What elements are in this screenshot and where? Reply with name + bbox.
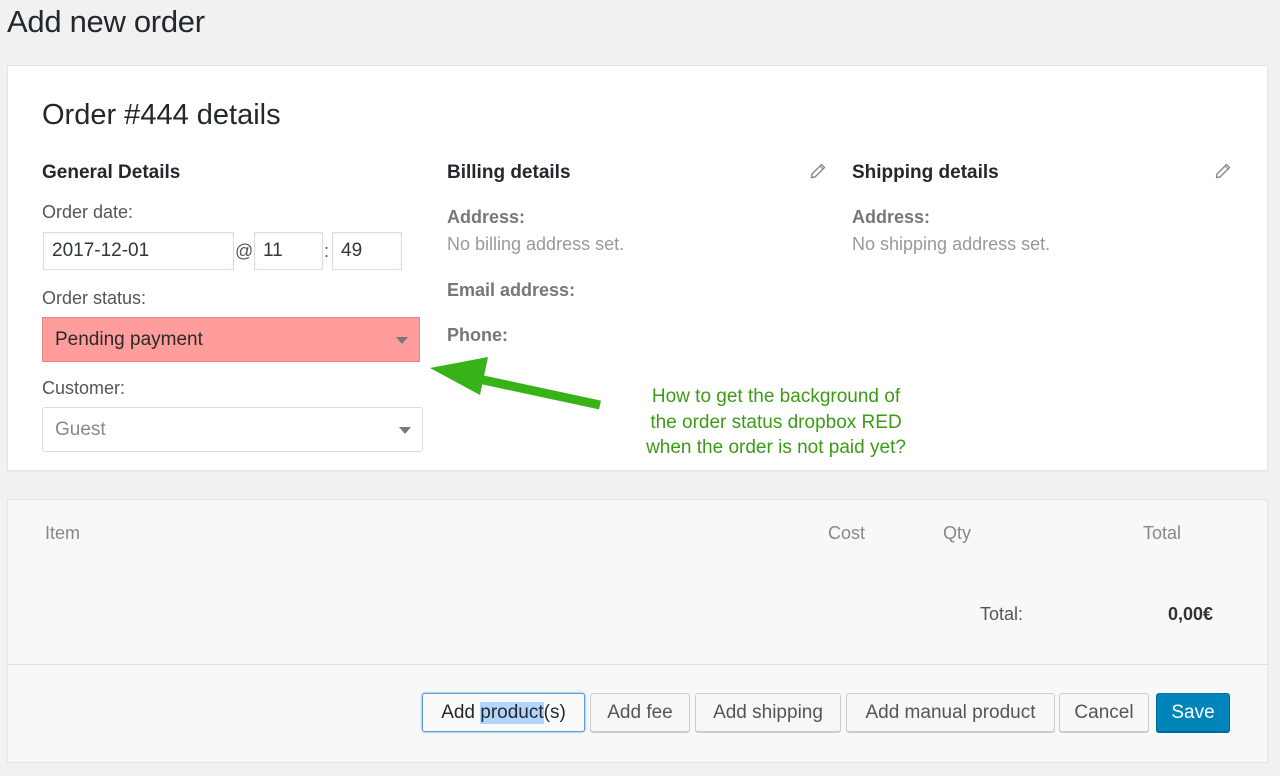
save-button[interactable]: Save	[1156, 693, 1230, 732]
annotation-text: How to get the background of the order s…	[596, 384, 956, 461]
cancel-button[interactable]: Cancel	[1059, 693, 1149, 732]
pencil-icon[interactable]	[1215, 163, 1231, 179]
column-header-total: Total	[1143, 523, 1182, 543]
at-separator: @	[235, 241, 254, 261]
order-total-value: 0,00€	[1168, 604, 1214, 624]
chevron-down-icon	[399, 427, 411, 434]
column-header-qty: Qty	[943, 523, 972, 543]
add-product-label-suffix: (s)	[543, 701, 566, 723]
page-title: Add new order	[7, 4, 205, 39]
order-items-panel: Item Cost Qty Total Total: 0,00€ Add pro…	[7, 499, 1268, 763]
order-status-label: Order status:	[42, 288, 147, 308]
annotation-line: when the order is not paid yet?	[646, 437, 906, 458]
hour-input[interactable]	[254, 232, 323, 270]
order-heading: Order #444 details	[42, 99, 281, 131]
colon-separator: :	[324, 241, 330, 261]
billing-address-label: Address:	[447, 207, 526, 227]
add-product-label-prefix: Add	[441, 701, 481, 723]
order-status-select[interactable]: Pending payment	[42, 317, 420, 362]
billing-address-value: No billing address set.	[447, 234, 625, 254]
annotation-line: the order status dropbox RED	[650, 411, 902, 433]
billing-email-label: Email address:	[447, 280, 576, 300]
shipping-address-label: Address:	[852, 207, 931, 227]
add-manual-product-button[interactable]: Add manual product	[846, 693, 1055, 732]
add-fee-button[interactable]: Add fee	[590, 693, 690, 732]
customer-value: Guest	[55, 418, 106, 440]
minute-input[interactable]	[332, 232, 402, 270]
customer-select[interactable]: Guest	[42, 407, 423, 452]
general-details-heading: General Details	[42, 162, 181, 183]
order-date-label: Order date:	[42, 202, 134, 222]
shipping-address-value: No shipping address set.	[852, 234, 1051, 254]
divider	[8, 664, 1267, 665]
add-product-label-highlight: product	[480, 701, 544, 724]
order-status-value: Pending payment	[55, 328, 203, 350]
billing-phone-label: Phone:	[447, 325, 508, 345]
billing-details-heading: Billing details	[447, 162, 571, 183]
annotation-arrow-icon	[430, 357, 601, 410]
pencil-icon[interactable]	[810, 163, 826, 179]
chevron-down-icon	[396, 337, 408, 344]
add-shipping-button[interactable]: Add shipping	[695, 693, 841, 732]
column-header-item: Item	[45, 523, 81, 543]
annotation-line: How to get the background of	[651, 386, 901, 407]
shipping-details-heading: Shipping details	[852, 162, 999, 183]
order-total-label: Total:	[980, 604, 1024, 624]
add-product-button[interactable]: Add product (s)	[422, 693, 585, 732]
customer-label: Customer:	[42, 378, 126, 398]
column-header-cost: Cost	[828, 523, 866, 543]
order-details-panel: Order #444 details General Details Order…	[7, 65, 1268, 471]
order-date-input[interactable]	[43, 232, 234, 270]
